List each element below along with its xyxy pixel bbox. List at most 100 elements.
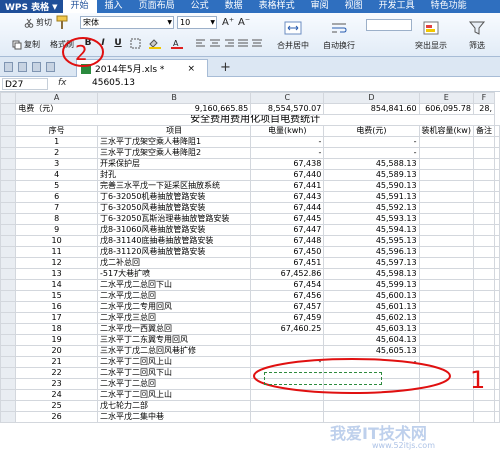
cell-project[interactable]: 二水平丁二回风下山 xyxy=(96,367,252,379)
cell-note[interactable] xyxy=(472,257,496,269)
cell-project[interactable]: 二水平戊二专用回风 xyxy=(96,301,252,313)
cell-project[interactable]: 完善三水平戊一下延采区抽放系统 xyxy=(96,180,252,192)
cell-cost[interactable]: 45,588.13 xyxy=(323,158,420,170)
cell[interactable] xyxy=(494,301,500,313)
cell-kwh[interactable]: 67,450 xyxy=(250,246,325,258)
cell[interactable] xyxy=(494,180,500,192)
cell-note[interactable] xyxy=(472,224,496,236)
cell-cost[interactable]: 45,593.13 xyxy=(323,213,420,225)
cell-note[interactable] xyxy=(472,312,496,324)
cell-capacity[interactable] xyxy=(418,202,474,214)
cell-kwh[interactable]: 67,451 xyxy=(250,257,325,269)
cell[interactable] xyxy=(494,279,500,291)
cell-kwh[interactable]: 67,457 xyxy=(250,301,325,313)
cell-note[interactable] xyxy=(472,147,496,159)
row-header[interactable] xyxy=(0,290,17,302)
cell-kwh[interactable]: 67,441 xyxy=(250,180,325,192)
column-header[interactable]: B xyxy=(96,92,252,104)
cell-note[interactable] xyxy=(472,411,496,423)
row-header[interactable] xyxy=(0,323,17,335)
cell[interactable] xyxy=(494,323,500,335)
cell-index[interactable]: 13 xyxy=(15,268,98,280)
formula-input[interactable]: 45605.13 xyxy=(92,78,135,88)
cell-project[interactable]: 丁6-32050机巷抽放管路安装 xyxy=(96,191,252,203)
cell-project[interactable]: 丁6-32050瓦斯治理巷抽放管路安装 xyxy=(96,213,252,225)
cell-index[interactable]: 7 xyxy=(15,202,98,214)
cell-capacity[interactable] xyxy=(418,323,474,335)
cell-index[interactable]: 10 xyxy=(15,235,98,247)
cell-project[interactable]: -517大巷扩喷 xyxy=(96,268,252,280)
cell-project[interactable]: 二水平戊二总回 xyxy=(96,290,252,302)
cell-index[interactable]: 18 xyxy=(15,323,98,335)
font-size-select[interactable]: 10 ▼ xyxy=(177,16,217,29)
cell-note[interactable] xyxy=(472,158,496,170)
row-header[interactable] xyxy=(0,345,17,357)
row-header[interactable] xyxy=(0,103,17,115)
cut-button[interactable]: 剪切 xyxy=(24,17,52,28)
cell-kwh[interactable]: 67,456 xyxy=(250,290,325,302)
distributed-button[interactable] xyxy=(252,38,262,48)
cell-note[interactable] xyxy=(472,202,496,214)
cell-project[interactable]: 丁6-32050风巷抽放管路安装 xyxy=(96,202,252,214)
cell-cost[interactable]: 45,600.13 xyxy=(323,290,420,302)
cell-capacity[interactable] xyxy=(418,169,474,181)
cell-index[interactable]: 20 xyxy=(15,345,98,357)
cell-note[interactable] xyxy=(472,268,496,280)
cell-cost[interactable]: 45,605.13 xyxy=(323,345,420,357)
cell-kwh[interactable] xyxy=(250,345,325,357)
header-cell[interactable]: 装机容量(kw) xyxy=(418,125,474,137)
close-icon[interactable]: × xyxy=(187,64,195,74)
cell-index[interactable]: 12 xyxy=(15,257,98,269)
cell-kwh[interactable]: - xyxy=(250,136,325,148)
cell-kwh[interactable]: 67,445 xyxy=(250,213,325,225)
cell-note[interactable] xyxy=(472,290,496,302)
cell-note[interactable] xyxy=(472,136,496,148)
cell-kwh[interactable]: 67,443 xyxy=(250,191,325,203)
cell-cost[interactable]: 45,592.13 xyxy=(323,202,420,214)
app-menu-button[interactable]: WPS 表格 ▼ xyxy=(0,0,63,13)
cell-kwh[interactable]: 67,438 xyxy=(250,158,325,170)
menu-tab[interactable]: 视图 xyxy=(337,0,371,13)
cell-cost[interactable]: 45,594.13 xyxy=(323,224,420,236)
cell-kwh[interactable]: - xyxy=(250,147,325,159)
cell-note[interactable] xyxy=(472,169,496,181)
font-name-select[interactable]: 宋体 ▼ xyxy=(80,16,174,29)
cell[interactable]: 606,095.78 xyxy=(418,103,474,115)
print-icon[interactable] xyxy=(46,62,55,72)
name-box[interactable]: D27 xyxy=(2,78,48,90)
cell[interactable] xyxy=(494,257,500,269)
cell-project[interactable]: 二水平丁二回风上山 xyxy=(96,389,252,401)
row-header[interactable] xyxy=(0,257,17,269)
cell-note[interactable] xyxy=(472,279,496,291)
select-all-corner[interactable] xyxy=(0,92,17,104)
number-format-select[interactable] xyxy=(366,19,412,31)
cell-index[interactable]: 11 xyxy=(15,246,98,258)
cell-index[interactable]: 5 xyxy=(15,180,98,192)
align-center-button[interactable] xyxy=(210,38,220,48)
cell-capacity[interactable] xyxy=(418,279,474,291)
highlight-button[interactable]: 突出显示 xyxy=(410,15,452,53)
row-header[interactable] xyxy=(0,334,17,346)
cell[interactable] xyxy=(494,235,500,247)
cell-kwh[interactable]: 67,440 xyxy=(250,169,325,181)
cell-kwh[interactable]: 67,452.86 xyxy=(250,268,325,280)
cell-cost[interactable]: 45,595.13 xyxy=(323,235,420,247)
cell-note[interactable] xyxy=(472,213,496,225)
cell-project[interactable]: 三水平丁戊二总回风巷扩修 xyxy=(96,345,252,357)
cell-cost[interactable]: 45,590.13 xyxy=(323,180,420,192)
cell-project[interactable]: 开采保护层 xyxy=(96,158,252,170)
cell-capacity[interactable] xyxy=(418,191,474,203)
font-color-button[interactable]: A xyxy=(170,38,184,49)
merge-center-button[interactable]: 合并居中 xyxy=(272,15,314,53)
border-button[interactable] xyxy=(130,38,141,49)
cell-kwh[interactable]: 67,454 xyxy=(250,279,325,291)
cell-project[interactable]: 戊8-31120风巷抽放管路安装 xyxy=(96,246,252,258)
menu-tab[interactable]: 公式 xyxy=(183,0,217,13)
cell-project[interactable]: 封孔 xyxy=(96,169,252,181)
cell-index[interactable]: 17 xyxy=(15,312,98,324)
cell-project[interactable]: 二水平戊一西翼总回 xyxy=(96,323,252,335)
menu-tab[interactable]: 审阅 xyxy=(303,0,337,13)
column-header[interactable]: A xyxy=(15,92,98,104)
cell-capacity[interactable] xyxy=(418,400,474,412)
cell-index[interactable]: 24 xyxy=(15,389,98,401)
